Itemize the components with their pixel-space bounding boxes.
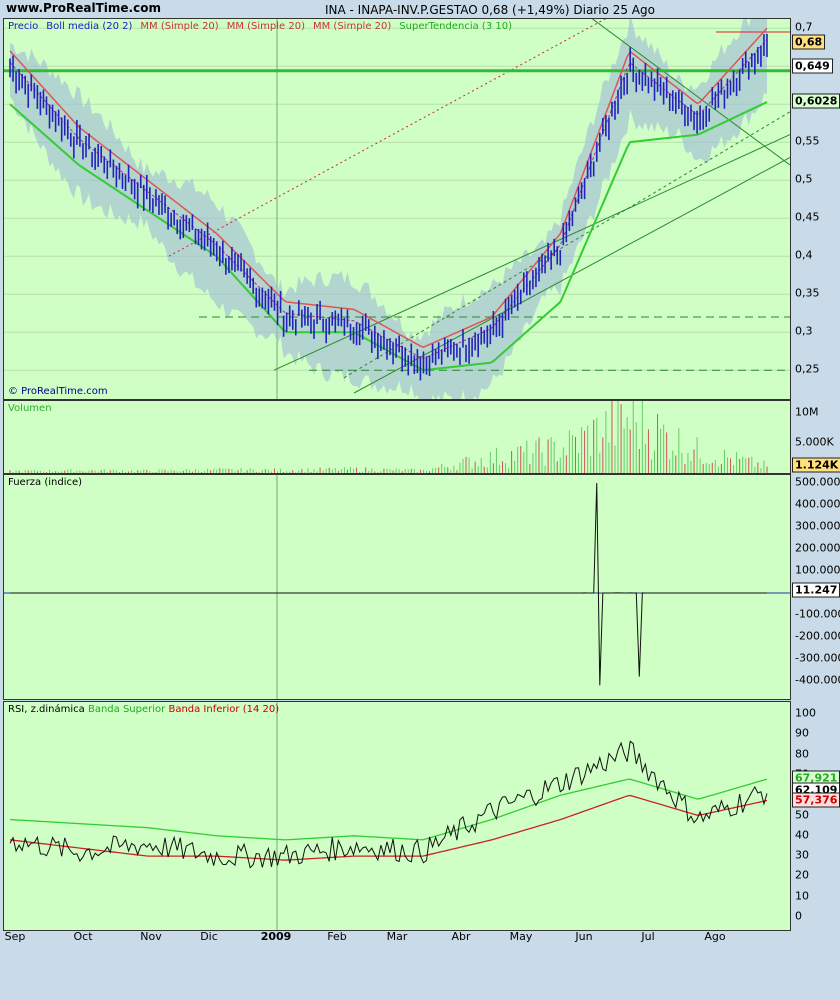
force-panel: Fuerza (indice) [3, 474, 791, 700]
copyright: © ProRealTime.com [8, 386, 108, 397]
rsi-axis: 100908070605040302010067,92162,10957,376 [789, 701, 840, 929]
price-panel: Precio Boll media (20 2) MM (Simple 20) MM … [3, 18, 791, 400]
rsi-label: RSI, z.dinámica [8, 704, 85, 715]
rsi-line [9, 740, 768, 869]
legend-item: MM (Simple 20) [140, 21, 219, 32]
price-badge: 0,649 [792, 58, 833, 74]
chart-header: www.ProRealTime.com INA - INAPA-INV.P.GE… [0, 0, 840, 18]
price-tick-label: 0,45 [795, 210, 820, 224]
x-tick-label: Dic [200, 930, 218, 943]
force-tick-label: 500.000 [795, 475, 840, 489]
chart-svg [4, 19, 790, 399]
rsi-tick-label: 50 [795, 808, 809, 821]
volume-label: Volumen [8, 403, 52, 414]
rsi-tick-label: 80 [795, 747, 809, 761]
force-tick-label: -200.000 [795, 629, 840, 643]
force-label: Fuerza (indice) [8, 477, 83, 488]
x-tick-label: Ago [704, 930, 726, 943]
x-tick-label: Mar [386, 930, 408, 943]
legend-item: SuperTendencia (3 10) [399, 21, 512, 32]
x-axis: Sep Oct Nov Dic 2009 Feb Mar Abr May Jun Jul Ago [3, 930, 789, 950]
force-tick-label: 200.000 [795, 541, 840, 555]
force-tick-label: 100.000 [795, 563, 840, 577]
rsi-tick-label: 40 [795, 828, 809, 842]
chart-svg [9, 401, 768, 473]
rsi-upper-band-label: Banda Superior [87, 704, 166, 715]
price-legend: Precio Boll media (20 2) MM (Simple 20) MM … [8, 21, 520, 32]
price-badge: 0,68 [792, 34, 826, 50]
force-tick-label: 300.000 [795, 519, 840, 533]
x-tick-label: Jul [641, 930, 655, 943]
price-tick-label: 0,25 [795, 362, 820, 376]
force-line [9, 482, 768, 686]
rsi-panel: RSI, z.dinámica Banda Superior Banda Inf… [3, 701, 791, 931]
legend-item: MM (Simple 20) [226, 21, 305, 32]
force-tick-label: -400.000 [795, 673, 840, 687]
rsi-legend: RSI, z.dinámica Banda Superior Banda Inf… [8, 704, 279, 715]
price-badge: 0,6028 [792, 93, 840, 109]
chart-svg [9, 702, 768, 930]
x-tick-label: Feb [327, 930, 347, 943]
legend-item: Boll media (20 2) [46, 21, 133, 32]
price-tick-label: 0,35 [795, 286, 820, 300]
upper-band-line [9, 778, 768, 841]
force-tick-label: -100.000 [795, 607, 840, 621]
rsi-badge: 57,376 [792, 792, 840, 808]
lower-band-line [9, 794, 768, 861]
trend-line [343, 111, 790, 379]
x-tick-label: Jun [575, 930, 593, 943]
x-tick-label: 2009 [260, 930, 292, 943]
force-axis: 500.000 400.000 300.000 200.000 100.000 -100.… [789, 474, 840, 698]
rsi-tick-label: 10 [795, 889, 809, 903]
x-tick-label: Abr [451, 930, 471, 943]
volume-tick-label: 5.000K [795, 435, 834, 449]
x-tick-label: Sep [4, 930, 26, 943]
volume-panel: Volumen [3, 400, 791, 474]
x-tick-label: May [509, 930, 533, 943]
trend-line [273, 134, 790, 371]
price-tick-label: 0,5 [795, 172, 813, 186]
force-badge: 11.247 [792, 582, 840, 598]
rsi-lower-band-label: Banda Inferior (14 20) [168, 704, 280, 715]
chart-svg [4, 475, 790, 699]
price-tick-label: 0,55 [795, 134, 820, 148]
price-tick-label: 0,7 [795, 20, 813, 34]
legend-item: Precio [8, 21, 39, 32]
rsi-tick-label: 20 [795, 868, 809, 882]
x-tick-label: Oct [73, 930, 93, 943]
force-tick-label: -300.000 [795, 651, 840, 665]
volume-axis: 10M 5.000K 1.124K [789, 400, 840, 473]
volume-tick-label: 10M [795, 405, 819, 419]
force-tick-label: 400.000 [795, 497, 840, 511]
bollinger-band [10, 19, 767, 399]
price-tick-label: 0,4 [795, 248, 813, 262]
price-tick-label: 0,3 [795, 324, 813, 338]
price-axis: 0,70,650,60,550,50,450,40,350,30,250,680… [789, 18, 840, 398]
rsi-tick-label: 100 [795, 706, 816, 720]
chart-title: INA - INAPA-INV.P.GESTAO 0,68 (+1,49%) D… [325, 3, 655, 17]
legend-item: MM (Simple 20) [313, 21, 392, 32]
rsi-tick-label: 30 [795, 848, 809, 862]
volume-badge: 1.124K [792, 457, 840, 473]
rsi-tick-label: 0 [795, 909, 802, 923]
site-name[interactable]: www.ProRealTime.com [6, 1, 161, 15]
x-tick-label: Nov [140, 930, 162, 943]
rsi-tick-label: 90 [795, 726, 809, 740]
